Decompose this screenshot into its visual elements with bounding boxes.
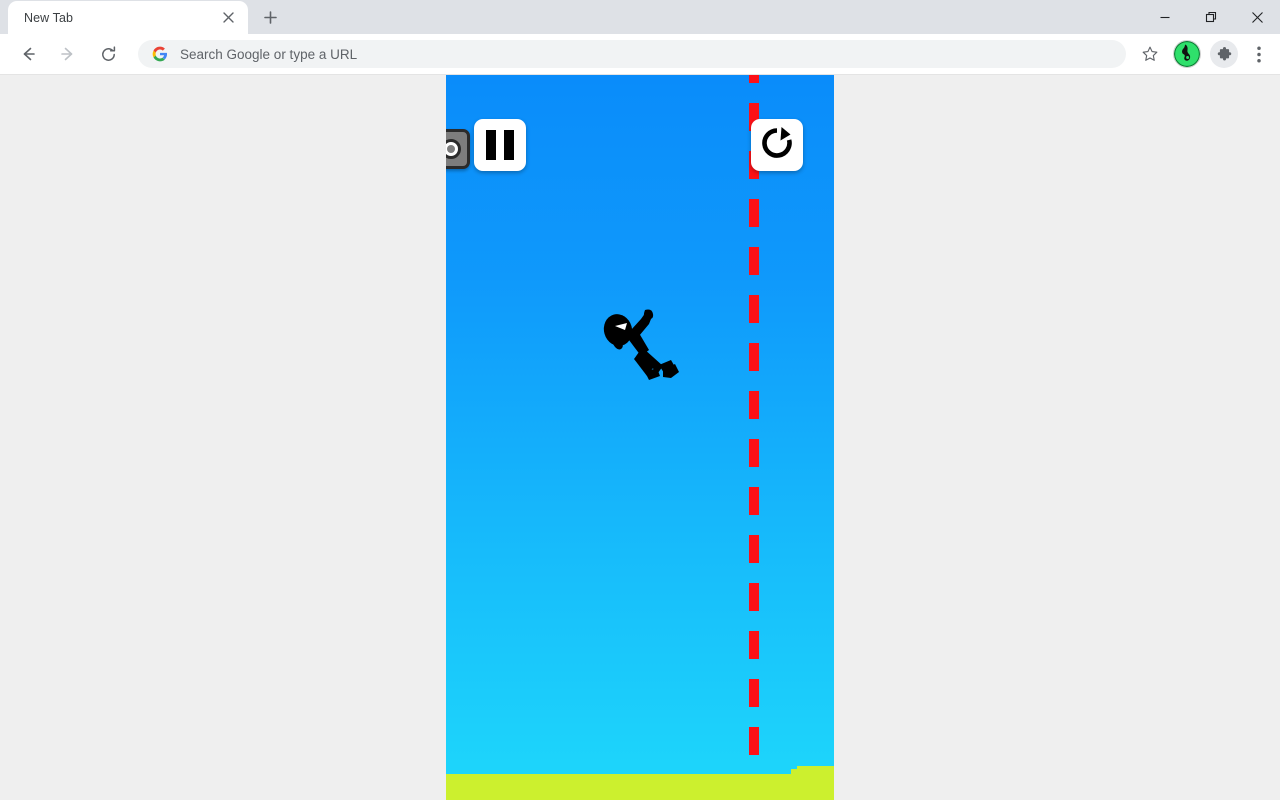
game-ground-step [797,766,834,774]
slider-knob-icon [446,139,461,159]
browser-toolbar [0,34,1280,75]
minimize-icon[interactable] [1142,0,1188,34]
arrow-left-icon[interactable] [14,40,42,68]
pause-button[interactable] [474,119,526,171]
settings-button[interactable] [446,129,470,169]
toolbar-right-actions [1132,40,1272,68]
game-ground-step-bevel [791,769,798,774]
three-dot-menu-icon[interactable] [1246,40,1272,68]
tab-title: New Tab [24,10,74,25]
avatar[interactable] [1173,40,1201,68]
star-icon[interactable] [1136,40,1164,68]
search-input[interactable] [180,46,1112,62]
game-ground [446,774,834,800]
tab-new-tab[interactable]: New Tab [8,1,248,34]
close-icon[interactable] [1234,0,1280,34]
page-viewport [0,75,1280,800]
google-g-icon [152,46,168,62]
track-dashed-line [749,75,759,800]
close-icon[interactable] [218,8,238,28]
address-bar[interactable] [138,40,1126,68]
restart-button[interactable] [751,119,803,171]
arrow-right-icon[interactable] [54,40,82,68]
reload-icon[interactable] [94,40,122,68]
maximize-icon[interactable] [1188,0,1234,34]
browser-window: New Tab [0,0,1280,800]
restart-icon [759,125,795,166]
new-tab-button[interactable] [256,3,284,31]
window-controls [1142,0,1280,34]
pause-icon [486,130,514,160]
stickman-character [601,308,681,384]
tab-strip: New Tab [0,0,1280,34]
game-canvas[interactable] [446,75,834,800]
puzzle-piece-icon[interactable] [1210,40,1238,68]
